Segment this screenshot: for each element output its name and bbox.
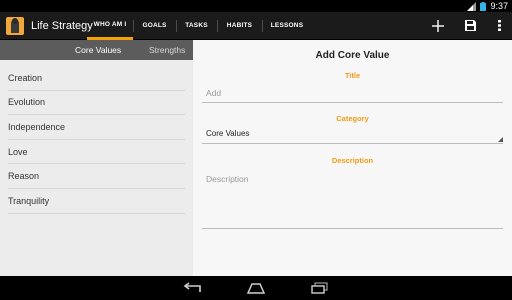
description-label: Description bbox=[331, 156, 374, 165]
add-core-value-form: Add Core Value Title Add Category Core V… bbox=[193, 40, 512, 276]
action-buttons bbox=[422, 12, 512, 40]
home-button[interactable] bbox=[242, 279, 270, 297]
overflow-menu-icon bbox=[497, 20, 501, 31]
dropdown-arrow-icon bbox=[498, 137, 503, 142]
recent-apps-icon bbox=[311, 282, 328, 294]
subtabs: Core Values Strengths bbox=[0, 40, 193, 60]
recent-apps-button[interactable] bbox=[306, 279, 334, 297]
main-tabs: WHO AM I GOALS TASKS HABITS LESSONS bbox=[87, 12, 312, 40]
home-icon bbox=[246, 283, 266, 294]
tab-tasks[interactable]: TASKS bbox=[176, 12, 217, 40]
title-label: Title bbox=[344, 71, 361, 80]
save-button[interactable] bbox=[454, 12, 486, 40]
status-time: 9:37 bbox=[490, 1, 508, 11]
list-item[interactable]: Evolution bbox=[8, 91, 185, 116]
app-title: Life Strategy bbox=[31, 19, 93, 32]
overflow-menu-button[interactable] bbox=[486, 12, 512, 40]
subtab-strengths[interactable]: Strengths bbox=[149, 45, 185, 55]
list-item[interactable]: Tranquility bbox=[8, 189, 185, 214]
category-label: Category bbox=[336, 114, 369, 123]
tab-lessons[interactable]: LESSONS bbox=[262, 12, 312, 40]
list-item[interactable]: Love bbox=[8, 140, 185, 165]
action-bar: Life Strategy WHO AM I GOALS TASKS HABIT… bbox=[0, 12, 512, 40]
battery-icon bbox=[480, 1, 487, 11]
app-logo-icon[interactable] bbox=[6, 16, 24, 35]
tab-habits[interactable]: HABITS bbox=[217, 12, 262, 40]
tab-who-am-i[interactable]: WHO AM I bbox=[87, 12, 133, 40]
save-icon bbox=[464, 20, 476, 31]
title-input[interactable]: Add bbox=[202, 88, 503, 103]
category-value: Core Values bbox=[206, 129, 250, 138]
back-button[interactable] bbox=[178, 279, 206, 297]
list-item[interactable]: Independence bbox=[8, 115, 185, 140]
add-icon bbox=[432, 19, 444, 32]
back-icon bbox=[183, 282, 201, 292]
form-title: Add Core Value bbox=[315, 50, 390, 61]
add-button[interactable] bbox=[422, 12, 454, 40]
list-item[interactable]: Reason bbox=[8, 164, 185, 189]
core-values-list: Creation Evolution Independence Love Rea… bbox=[0, 60, 193, 214]
subtab-core-values[interactable]: Core Values bbox=[75, 45, 121, 55]
tab-goals[interactable]: GOALS bbox=[133, 12, 176, 40]
list-item[interactable]: Creation bbox=[8, 66, 185, 91]
description-input[interactable]: Description bbox=[202, 171, 503, 229]
signal-icon bbox=[467, 1, 477, 11]
category-select[interactable]: Core Values bbox=[202, 129, 503, 144]
navigation-bar bbox=[0, 276, 512, 300]
core-values-pane: Core Values Strengths Creation Evolution… bbox=[0, 40, 193, 276]
status-bar: 9:37 bbox=[0, 0, 512, 12]
